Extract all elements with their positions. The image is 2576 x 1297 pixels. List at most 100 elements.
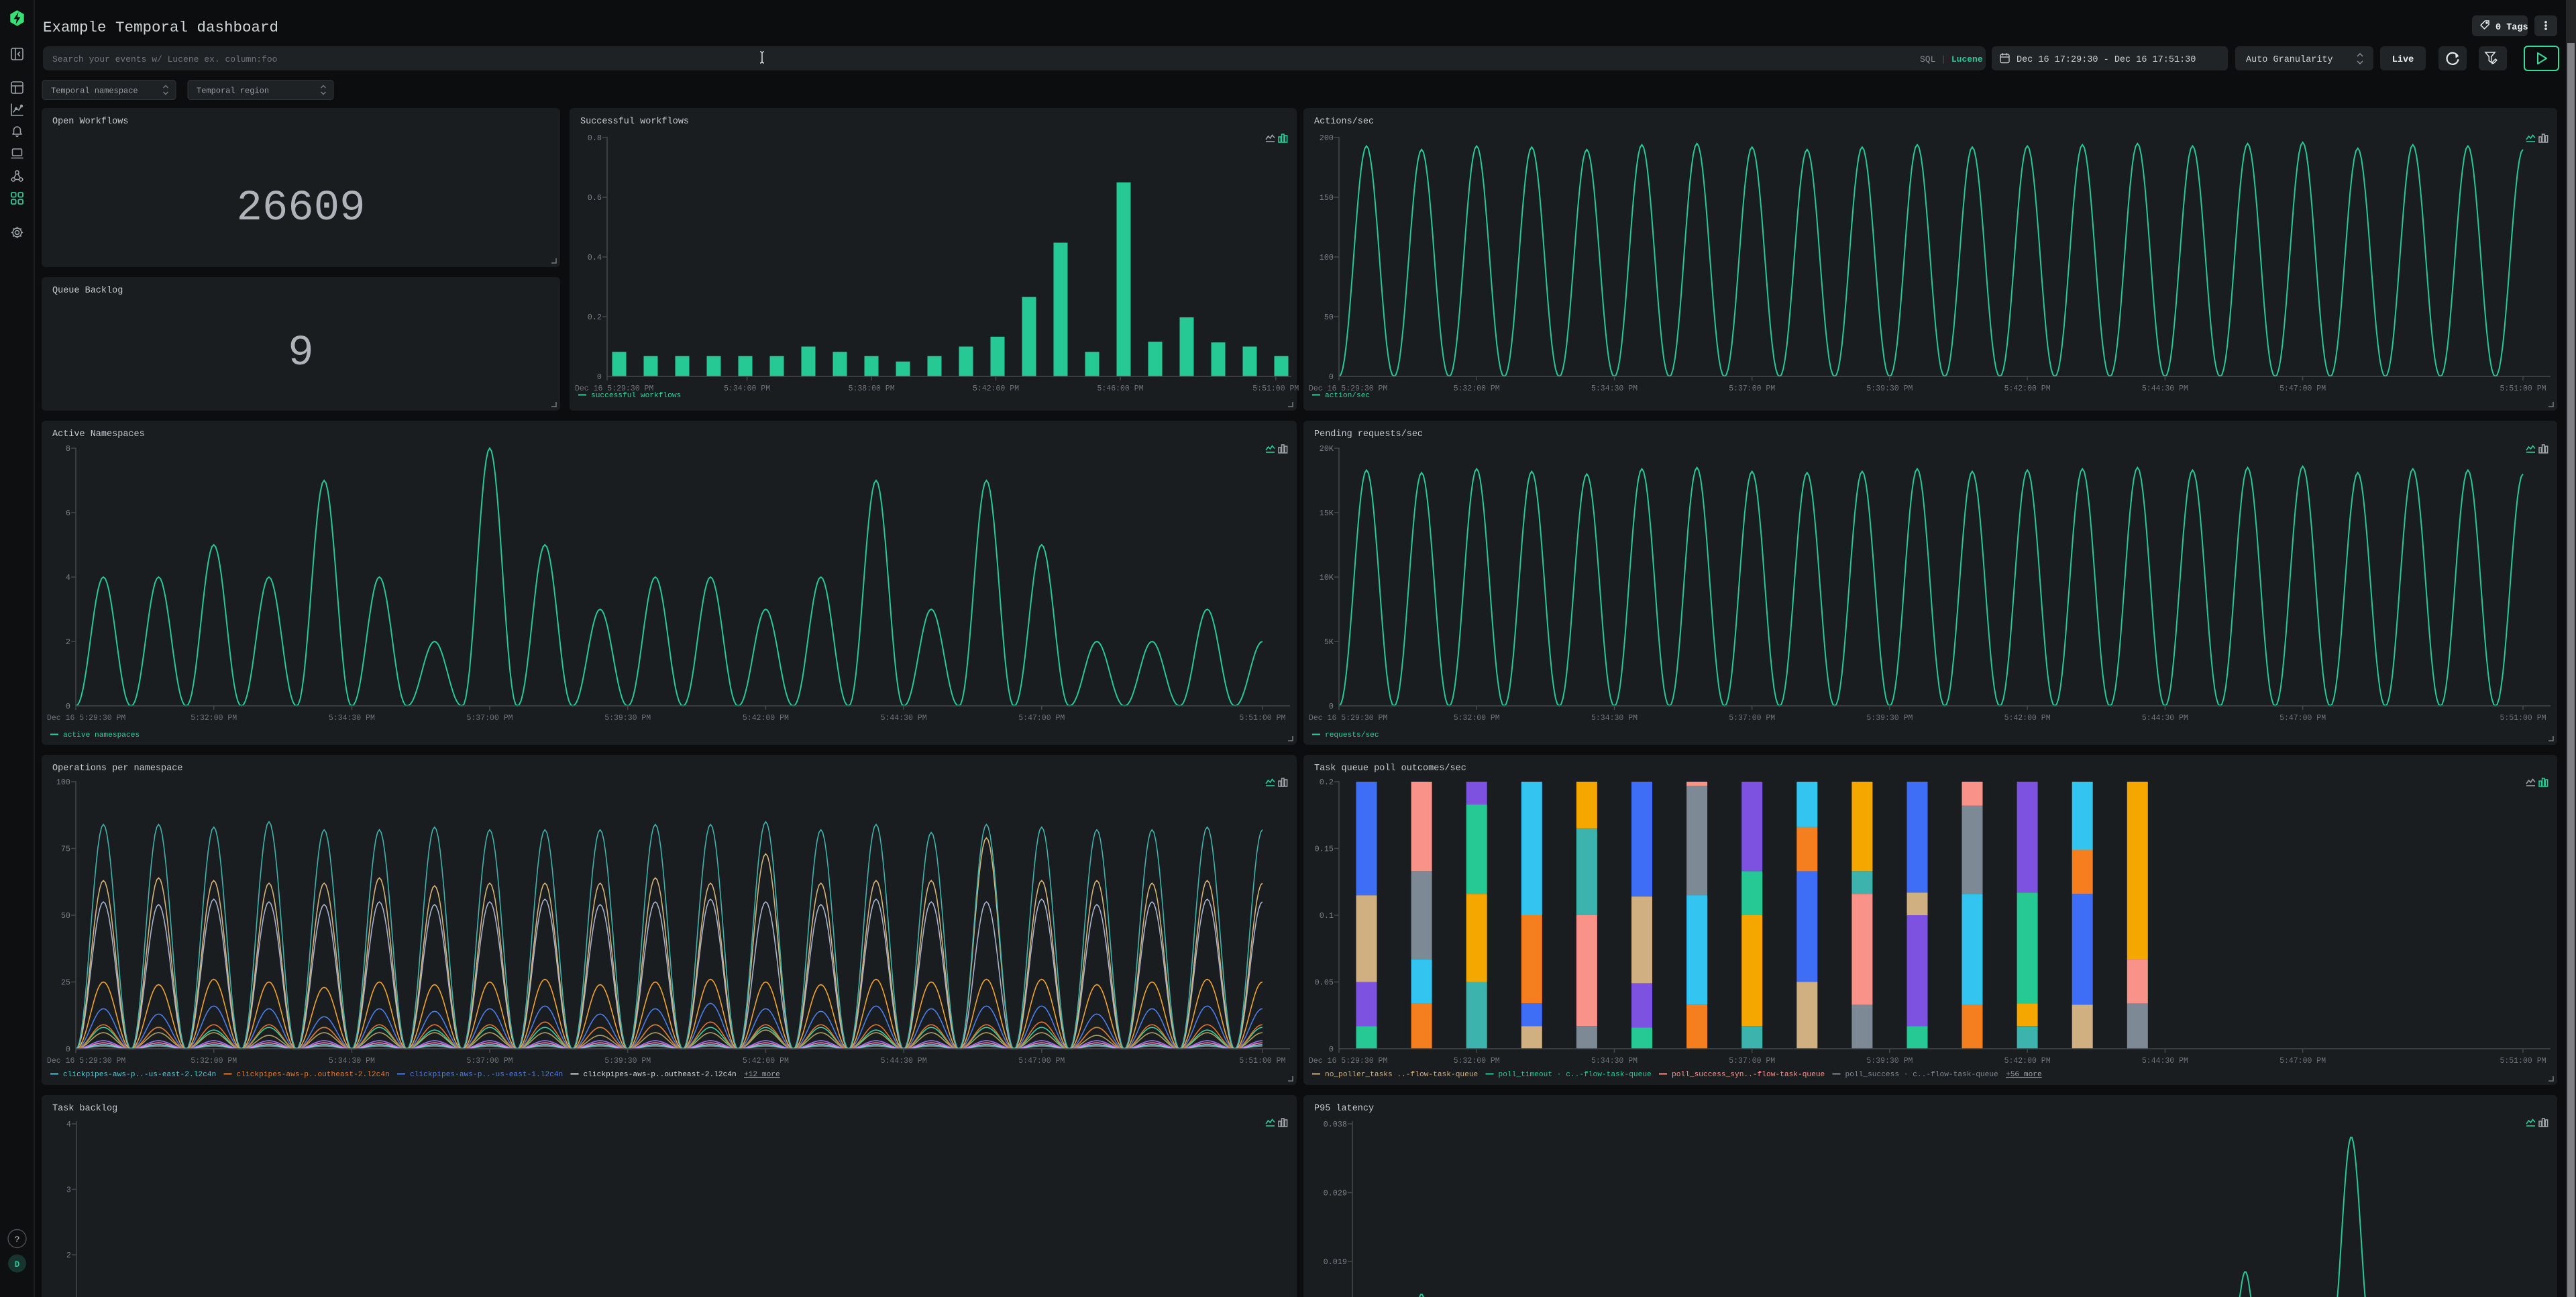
svg-text:poll_success · c..-flow-task-q: poll_success · c..-flow-task-queue [1845, 1071, 1998, 1079]
svg-text:5:39:30 PM: 5:39:30 PM [1866, 1057, 1913, 1066]
svg-text:0: 0 [1329, 1045, 1334, 1054]
svg-text:0.1: 0.1 [1320, 911, 1334, 921]
svg-text:0: 0 [597, 372, 602, 382]
svg-text:5:32:00 PM: 5:32:00 PM [191, 714, 237, 723]
svg-text:?: ? [15, 1235, 20, 1245]
svg-text:0.019: 0.019 [1324, 1257, 1347, 1267]
svg-text:Dec 16 5:29:30 PM: Dec 16 5:29:30 PM [47, 714, 125, 723]
svg-text:5:39:30 PM: 5:39:30 PM [1866, 384, 1913, 393]
svg-text:5:44:30 PM: 5:44:30 PM [881, 1057, 927, 1066]
svg-text:5:39:30 PM: 5:39:30 PM [604, 1057, 651, 1066]
svg-text:3: 3 [66, 1186, 71, 1195]
svg-text:50: 50 [1324, 313, 1334, 322]
svg-text:5:42:00 PM: 5:42:00 PM [2004, 714, 2051, 723]
svg-text:Dec 16 5:29:30 PM: Dec 16 5:29:30 PM [1309, 1057, 1387, 1066]
svg-text:5:37:00 PM: 5:37:00 PM [466, 1057, 513, 1066]
svg-text:5:39:30 PM: 5:39:30 PM [604, 714, 651, 723]
svg-text:5:46:00 PM: 5:46:00 PM [1097, 384, 1143, 393]
svg-text:5:47:00 PM: 5:47:00 PM [1018, 1057, 1065, 1066]
svg-text:6: 6 [66, 509, 70, 518]
svg-text:Operations per namespace: Operations per namespace [52, 764, 182, 774]
svg-text:+12 more: +12 more [744, 1071, 780, 1079]
svg-text:75: 75 [61, 845, 70, 854]
svg-text:26609: 26609 [236, 185, 365, 233]
svg-text:5:34:30 PM: 5:34:30 PM [329, 1057, 375, 1066]
svg-text:5:51:00 PM: 5:51:00 PM [2500, 384, 2546, 393]
svg-text:Open Workflows: Open Workflows [52, 117, 128, 127]
svg-text:5:34:30 PM: 5:34:30 PM [329, 714, 375, 723]
svg-text:5:42:00 PM: 5:42:00 PM [973, 384, 1019, 393]
svg-text:20K: 20K [1320, 444, 1334, 454]
svg-text:5:32:00 PM: 5:32:00 PM [1454, 384, 1500, 393]
svg-text:Temporal region: Temporal region [197, 87, 269, 96]
svg-text:Actions/sec: Actions/sec [1314, 117, 1374, 127]
svg-text:5:38:00 PM: 5:38:00 PM [849, 384, 895, 393]
svg-text:requests/sec: requests/sec [1325, 731, 1379, 739]
svg-text:Pending requests/sec: Pending requests/sec [1314, 429, 1423, 439]
svg-text:15K: 15K [1320, 509, 1334, 518]
svg-text:5:44:30 PM: 5:44:30 PM [2142, 714, 2188, 723]
svg-text:200: 200 [1320, 134, 1334, 143]
svg-text:Live: Live [2392, 55, 2414, 65]
svg-text:poll_success_syn..-flow-task-q: poll_success_syn..-flow-task-queue [1672, 1071, 1825, 1079]
svg-text:5:47:00 PM: 5:47:00 PM [2279, 384, 2326, 393]
svg-text:clickpipes-aws-p..outheast-2.l: clickpipes-aws-p..outheast-2.l2c4n [237, 1071, 390, 1079]
svg-text:0.6: 0.6 [588, 193, 602, 203]
svg-text:SQL | Lucene: SQL | Lucene [1920, 54, 1983, 64]
svg-text:9: 9 [288, 329, 313, 378]
svg-text:0.8: 0.8 [588, 134, 602, 143]
svg-text:successful workflows: successful workflows [591, 392, 681, 400]
svg-text:5:51:00 PM: 5:51:00 PM [1252, 384, 1299, 393]
svg-text:4: 4 [66, 573, 70, 582]
svg-text:5:42:00 PM: 5:42:00 PM [2004, 384, 2051, 393]
svg-text:Active Namespaces: Active Namespaces [52, 429, 145, 439]
svg-text:5:44:30 PM: 5:44:30 PM [881, 714, 927, 723]
svg-text:no_poller_tasks ..-flow-task-q: no_poller_tasks ..-flow-task-queue [1325, 1071, 1478, 1079]
svg-text:5:51:00 PM: 5:51:00 PM [1239, 714, 1285, 723]
svg-text:active namespaces: active namespaces [63, 731, 140, 739]
svg-text:D: D [15, 1260, 20, 1269]
svg-text:5:42:00 PM: 5:42:00 PM [743, 714, 789, 723]
svg-text:25: 25 [61, 978, 70, 988]
svg-text:5:34:30 PM: 5:34:30 PM [1591, 714, 1638, 723]
svg-text:Search your events w/ Lucene e: Search your events w/ Lucene ex. column:… [52, 54, 277, 64]
svg-text:0: 0 [66, 702, 70, 711]
svg-text:5:51:00 PM: 5:51:00 PM [2500, 1057, 2546, 1066]
svg-text:P95 latency: P95 latency [1314, 1104, 1374, 1114]
svg-text:0.4: 0.4 [588, 253, 602, 262]
svg-text:5:44:30 PM: 5:44:30 PM [2142, 384, 2188, 393]
svg-text:0.05: 0.05 [1315, 978, 1334, 988]
svg-text:+56 more: +56 more [2006, 1071, 2042, 1079]
svg-text:Task queue poll outcomes/sec: Task queue poll outcomes/sec [1314, 764, 1466, 774]
svg-text:Dec 16 5:29:30 PM: Dec 16 5:29:30 PM [47, 1057, 125, 1066]
svg-text:5:47:00 PM: 5:47:00 PM [2279, 1057, 2326, 1066]
svg-text:100: 100 [56, 778, 70, 787]
svg-text:5:51:00 PM: 5:51:00 PM [1239, 1057, 1285, 1066]
svg-text:5:42:00 PM: 5:42:00 PM [2004, 1057, 2051, 1066]
svg-text:clickpipes-aws-p..-us-east-1.l: clickpipes-aws-p..-us-east-1.l2c4n [410, 1071, 563, 1079]
svg-text:5:37:00 PM: 5:37:00 PM [1729, 714, 1775, 723]
svg-text:Temporal namespace: Temporal namespace [51, 87, 138, 96]
svg-text:5K: 5K [1324, 637, 1334, 647]
svg-text:5:32:00 PM: 5:32:00 PM [191, 1057, 237, 1066]
svg-text:5:32:00 PM: 5:32:00 PM [1454, 1057, 1500, 1066]
svg-text:5:34:30 PM: 5:34:30 PM [1591, 1057, 1638, 1066]
svg-text:0: 0 [1329, 372, 1334, 382]
svg-text:0 Tags: 0 Tags [2496, 23, 2528, 33]
svg-text:0.2: 0.2 [588, 313, 602, 322]
svg-text:0.2: 0.2 [1320, 778, 1334, 787]
svg-text:poll_timeout · c..-flow-task-q: poll_timeout · c..-flow-task-queue [1499, 1071, 1652, 1079]
svg-text:5:47:00 PM: 5:47:00 PM [1018, 714, 1065, 723]
svg-text:Example Temporal dashboard: Example Temporal dashboard [43, 19, 278, 36]
svg-text:5:32:00 PM: 5:32:00 PM [1454, 714, 1500, 723]
svg-text:0.038: 0.038 [1324, 1120, 1347, 1129]
svg-text:5:44:30 PM: 5:44:30 PM [2142, 1057, 2188, 1066]
svg-text:5:47:00 PM: 5:47:00 PM [2279, 714, 2326, 723]
svg-text:5:51:00 PM: 5:51:00 PM [2500, 714, 2546, 723]
svg-text:clickpipes-aws-p..-us-east-2.l: clickpipes-aws-p..-us-east-2.l2c4n [63, 1071, 216, 1079]
svg-text:10K: 10K [1320, 573, 1334, 582]
svg-text:5:34:00 PM: 5:34:00 PM [724, 384, 770, 393]
svg-text:clickpipes-aws-p..outheast-2.l: clickpipes-aws-p..outheast-2.l2c4n [584, 1071, 737, 1079]
svg-text:action/sec: action/sec [1325, 392, 1370, 400]
svg-text:2: 2 [66, 1251, 71, 1260]
